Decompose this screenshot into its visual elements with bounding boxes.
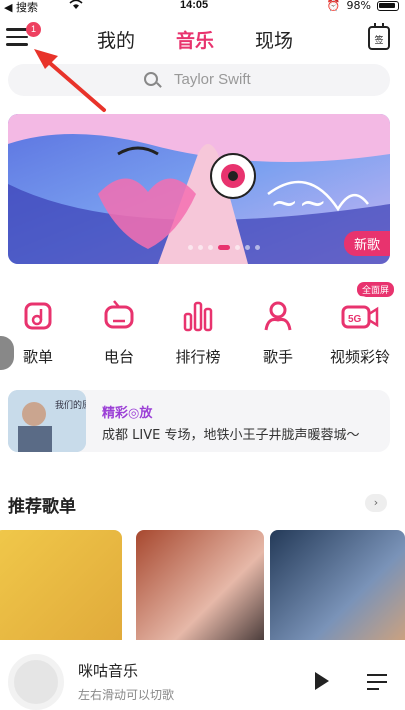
new-song-tag: 新歌 xyxy=(343,231,390,256)
player-track-name: 咪咕音乐 xyxy=(78,662,139,680)
status-battery-text: 98% xyxy=(346,0,371,12)
radio-icon xyxy=(99,296,139,336)
playlist-covers xyxy=(0,530,405,650)
play-icon[interactable] xyxy=(315,672,329,690)
singer-icon xyxy=(258,296,298,336)
5g-video-icon: 5G xyxy=(340,296,380,336)
quick-nav-radio[interactable]: 电台 xyxy=(81,290,157,367)
playlist-icon xyxy=(18,296,58,336)
playlist-queue-icon[interactable] xyxy=(367,674,387,692)
svg-text:5G: 5G xyxy=(348,314,362,325)
live-thumb-text: 我们的原点 LIVE xyxy=(55,399,86,411)
quick-nav-label: 歌手 xyxy=(262,348,293,366)
banner-artwork: ~~ xyxy=(8,114,390,264)
carousel-dots xyxy=(188,245,260,250)
album-disc xyxy=(8,654,64,710)
calendar-icon: 签 xyxy=(374,36,384,46)
search-placeholder: Taylor Swift xyxy=(174,71,251,88)
quick-nav-video-ringtone[interactable]: 全面屏 5G 视频彩铃 xyxy=(322,282,398,367)
player-hint: 左右滑动可以切歌 xyxy=(78,688,175,702)
tab-mine[interactable]: 我的 xyxy=(97,26,135,53)
fullscreen-badge: 全面屏 xyxy=(356,282,394,297)
top-tabs: 我的 音乐 现场 xyxy=(0,26,405,56)
wifi-icon xyxy=(69,0,83,9)
more-button[interactable]: › xyxy=(365,494,387,512)
mini-player[interactable]: 咪咕音乐 左右滑动可以切歌 xyxy=(0,640,405,710)
banner-carousel[interactable]: ~~ 新歌 xyxy=(8,114,390,264)
status-bar: ◀ 搜索 14:05 ⏰ 98% xyxy=(0,0,405,14)
quick-nav-label: 排行榜 xyxy=(175,348,221,366)
tab-music[interactable]: 音乐 xyxy=(176,26,214,53)
live-card-subtitle: 成都 LIVE 专场，地铁小王子井胧声暖蓉城～ xyxy=(102,428,360,443)
live-thumbnail: 我们的原点 LIVE xyxy=(8,390,86,452)
search-bar[interactable]: Taylor Swift xyxy=(8,64,390,96)
quick-nav-label: 视频彩铃 xyxy=(329,348,390,366)
quick-nav: 歌单 电台 排行榜 歌手 全面屏 5G 视频彩铃 xyxy=(0,282,405,370)
chart-bars-icon xyxy=(178,296,218,336)
live-promo-card[interactable]: 我们的原点 LIVE 精彩◎放 成都 LIVE 专场，地铁小王子井胧声暖蓉城～ xyxy=(8,390,390,452)
playlist-cover[interactable] xyxy=(0,530,122,650)
status-time: 14:05 xyxy=(180,0,209,11)
status-carrier: ◀ 搜索 xyxy=(4,1,38,14)
playlist-cover[interactable] xyxy=(136,530,264,650)
tab-live[interactable]: 现场 xyxy=(255,26,293,53)
battery-icon xyxy=(377,0,399,11)
alarm-icon: ⏰ xyxy=(326,0,341,12)
quick-nav-singer[interactable]: 歌手 xyxy=(240,290,316,367)
live-card-title: 精彩◎放 xyxy=(102,406,153,421)
quick-nav-charts[interactable]: 排行榜 xyxy=(160,290,236,367)
search-icon xyxy=(144,72,158,86)
checkin-calendar-button[interactable]: 签 xyxy=(368,23,390,50)
recommended-playlists-title: 推荐歌单 xyxy=(8,497,76,517)
quick-nav-label: 电台 xyxy=(103,348,134,366)
playlist-cover[interactable] xyxy=(270,530,405,650)
